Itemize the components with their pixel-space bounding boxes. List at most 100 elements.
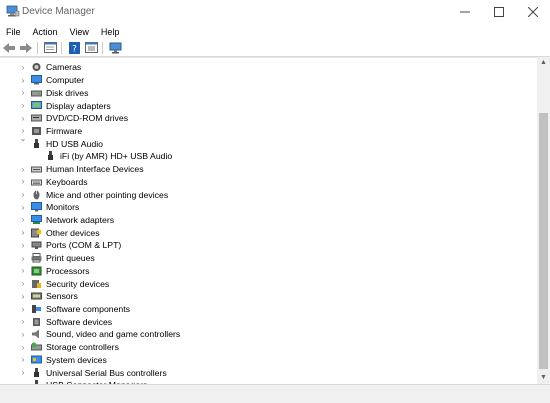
tree-category-item[interactable]: › Display adapters xyxy=(0,99,537,112)
display-adapter-icon xyxy=(31,100,42,111)
tree-category-item[interactable]: › Processors xyxy=(0,265,537,278)
chevron-right-icon[interactable]: › xyxy=(18,88,28,97)
chevron-right-icon[interactable]: › xyxy=(18,368,28,377)
tree-category-item[interactable]: › DVD/CD-ROM drives xyxy=(0,112,537,125)
processor-icon xyxy=(31,266,42,276)
tree-category-item[interactable]: ⌄ HD USB Audio xyxy=(0,134,537,150)
update-driver-icon xyxy=(85,42,98,53)
toolbar-separator xyxy=(102,41,103,54)
window-title: Device Manager xyxy=(22,6,95,17)
security-device-icon xyxy=(31,279,42,289)
menu-file[interactable]: File xyxy=(0,27,27,37)
chevron-right-icon[interactable]: › xyxy=(18,165,28,174)
forward-arrow-icon xyxy=(20,42,32,53)
tree-category-item[interactable]: › Software components xyxy=(0,303,537,316)
chevron-right-icon[interactable]: › xyxy=(18,279,28,288)
tree-item-label: Sensors xyxy=(46,291,78,302)
chevron-right-icon[interactable]: › xyxy=(18,292,28,301)
chevron-right-icon[interactable]: › xyxy=(18,203,28,212)
tree-item-label: HD USB Audio xyxy=(46,138,103,149)
status-bar xyxy=(0,384,550,403)
tree-category-item[interactable]: › Disk drives xyxy=(0,86,537,99)
vertical-scrollbar[interactable]: ▲ ▼ xyxy=(537,57,550,384)
properties-button[interactable] xyxy=(43,41,58,54)
tree-category-item[interactable]: › Keyboards xyxy=(0,175,537,188)
tree-item-label: DVD/CD-ROM drives xyxy=(46,113,129,124)
chevron-right-icon[interactable]: › xyxy=(18,177,28,186)
chevron-right-icon[interactable]: › xyxy=(18,343,28,352)
tree-category-item[interactable]: › Human Interface Devices xyxy=(0,163,537,176)
chevron-right-icon[interactable]: › xyxy=(18,228,28,237)
monitor-icon xyxy=(31,202,42,212)
chevron-right-icon[interactable]: › xyxy=(18,305,28,314)
chevron-right-icon[interactable]: › xyxy=(18,114,28,123)
tree-category-item[interactable]: › Storage controllers xyxy=(0,341,537,354)
forward-button[interactable] xyxy=(19,41,34,54)
printer-icon xyxy=(31,253,42,263)
chevron-right-icon[interactable]: › xyxy=(18,190,28,199)
scroll-up-icon[interactable]: ▲ xyxy=(537,57,550,69)
tree-category-item[interactable]: › Security devices xyxy=(0,277,537,290)
device-manager-icon xyxy=(6,5,20,17)
tree-category-item[interactable]: › Computer xyxy=(0,74,537,87)
keyboard-icon xyxy=(31,177,42,187)
tree-item-label: Sound, video and game controllers xyxy=(46,329,181,340)
device-tree: › Cameras › Computer › Disk drives › Display ad… xyxy=(0,57,537,385)
camera-icon xyxy=(31,62,42,72)
help-button[interactable]: ? xyxy=(67,41,82,54)
tree-category-item[interactable]: › Monitors xyxy=(0,201,537,214)
scan-hardware-button[interactable] xyxy=(108,41,123,54)
chevron-right-icon[interactable]: › xyxy=(18,63,28,72)
tree-category-item[interactable]: › Cameras xyxy=(0,61,537,74)
hid-icon xyxy=(31,164,42,174)
tree-category-item[interactable]: › Sound, video and game controllers xyxy=(0,328,537,341)
tree-item-label: Network adapters xyxy=(46,214,115,225)
minimize-button[interactable] xyxy=(448,0,482,24)
tree-category-item[interactable]: › Mice and other pointing devices xyxy=(0,188,537,201)
usb-plug-icon xyxy=(45,151,56,161)
menu-action[interactable]: Action xyxy=(27,27,64,37)
tree-category-item[interactable]: › Universal Serial Bus controllers xyxy=(0,366,537,379)
chevron-right-icon[interactable]: › xyxy=(18,254,28,263)
chevron-down-icon[interactable]: ⌄ xyxy=(18,134,28,143)
chevron-right-icon[interactable]: › xyxy=(18,317,28,326)
chevron-right-icon[interactable]: › xyxy=(18,330,28,339)
chevron-right-icon[interactable]: › xyxy=(18,215,28,224)
chevron-right-icon[interactable]: › xyxy=(18,101,28,110)
tree-category-item[interactable]: › Print queues xyxy=(0,252,537,265)
network-icon xyxy=(31,214,42,225)
tree-category-item[interactable]: › Firmware xyxy=(0,125,537,138)
usb-audio-icon xyxy=(31,138,42,149)
tree-child-item[interactable]: iFi (by AMR) HD+ USB Audio xyxy=(0,150,537,163)
tree-item-label: Mice and other pointing devices xyxy=(46,189,169,200)
tree-item-label: Human Interface Devices xyxy=(46,164,144,175)
help-icon: ? xyxy=(69,41,80,54)
properties-icon xyxy=(44,42,57,53)
tree-category-item[interactable]: › Sensors xyxy=(0,290,537,303)
chevron-right-icon[interactable]: › xyxy=(18,76,28,85)
close-button[interactable] xyxy=(516,0,550,24)
tree-item-label: Keyboards xyxy=(46,176,88,187)
chevron-right-icon[interactable]: › xyxy=(18,266,28,275)
tree-category-item[interactable]: › Other devices xyxy=(0,226,537,239)
chevron-right-icon[interactable]: › xyxy=(18,355,28,364)
menu-help[interactable]: Help xyxy=(95,27,126,37)
scroll-down-icon[interactable]: ▼ xyxy=(537,372,550,384)
maximize-button[interactable] xyxy=(482,0,516,24)
tree-category-item[interactable]: › Software devices xyxy=(0,315,537,328)
tree-item-label: Universal Serial Bus controllers xyxy=(46,367,167,378)
chevron-right-icon[interactable]: › xyxy=(18,241,28,250)
tree-category-item[interactable]: › System devices xyxy=(0,354,537,367)
tree-item-label: Monitors xyxy=(46,202,80,213)
svg-text:?: ? xyxy=(72,44,77,54)
tree-category-item[interactable]: › Ports (COM & LPT) xyxy=(0,239,537,252)
tree-item-label: Security devices xyxy=(46,278,110,289)
menu-view[interactable]: View xyxy=(64,27,95,37)
tree-category-item[interactable]: › Network adapters xyxy=(0,214,537,227)
update-driver-button[interactable] xyxy=(84,41,99,54)
scroll-thumb[interactable] xyxy=(539,113,548,369)
tree-item-label: Other devices xyxy=(46,227,100,238)
back-button[interactable] xyxy=(2,41,17,54)
tree-item-label: Firmware xyxy=(46,125,83,136)
toolbar: ? xyxy=(0,39,550,57)
